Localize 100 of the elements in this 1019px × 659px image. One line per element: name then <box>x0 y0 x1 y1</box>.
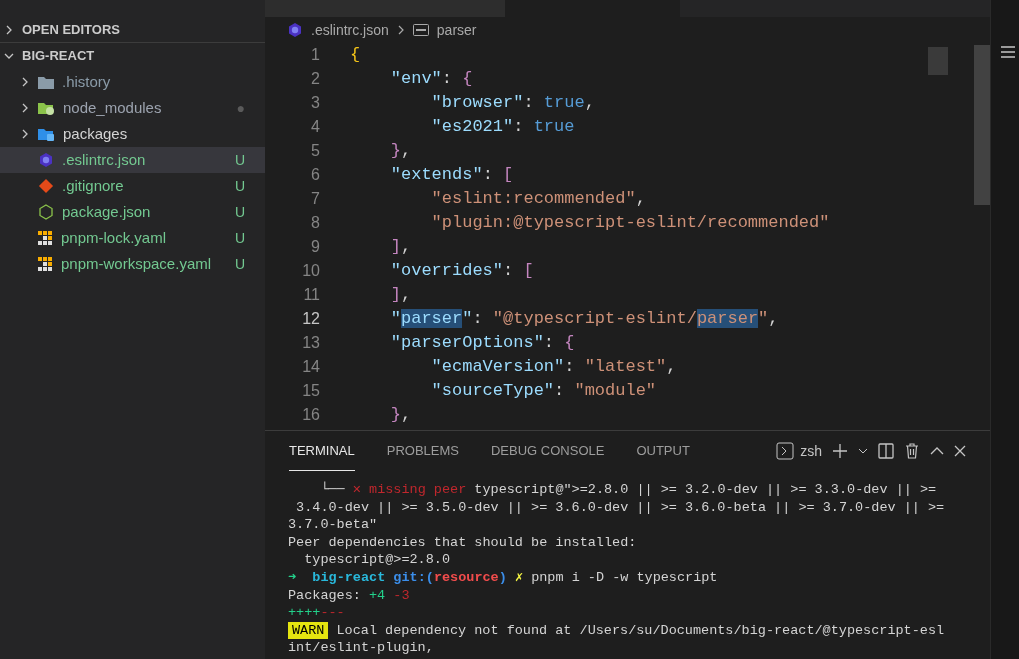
text-symbol-icon <box>412 24 429 36</box>
code-line: "extends": [ <box>389 164 514 187</box>
panel-tab[interactable]: TERMINAL <box>289 431 355 471</box>
line-number: 7 <box>310 189 320 209</box>
code-line: }, <box>389 404 412 427</box>
terminal-text: Local dependency not found at /Users/su/Documents/big-react/@typescript-esl <box>335 621 945 640</box>
git-status-label: U <box>234 176 245 196</box>
terminal-text: 3.7.0-beta" <box>288 516 378 534</box>
warn-badge: WARN <box>288 621 329 640</box>
file-name: pnpm-workspace.yaml <box>61 253 213 274</box>
file-tree-item[interactable]: package.json U <box>0 199 265 225</box>
file-tree-item[interactable]: packages <box>0 121 265 147</box>
file-tree-item[interactable]: pnpm-workspace.yaml U <box>0 251 265 277</box>
line-number: 12 <box>301 309 320 329</box>
line-number: 1 <box>310 45 320 65</box>
hexagon-icon <box>38 204 54 220</box>
grid-icon <box>38 256 53 272</box>
file-name: .gitignore <box>62 175 125 196</box>
code-line: "env": { <box>389 68 473 91</box>
folder-icon <box>38 127 55 141</box>
terminal-text: ✕ missing peer <box>352 481 467 499</box>
chevron-up-icon[interactable] <box>930 446 944 456</box>
line-number: 4 <box>310 117 320 137</box>
breadcrumb-item[interactable]: .eslintrc.json <box>311 19 389 41</box>
shell-name[interactable]: zsh <box>800 440 822 462</box>
terminal-text: 3.4.0-dev || >= 3.5.0-dev || >= 3.6.0-dev || >= 3.6.0-beta || >= 3.7.0-dev || >= <box>295 498 945 517</box>
code-line: "sourceType": "module" <box>430 380 657 403</box>
terminal-text: typescript@">=2.8.0 || >= 3.2.0-dev || >= 3.3.0-dev || >= <box>473 481 937 499</box>
section-title: BIG-REACT <box>22 47 95 66</box>
hexagon-icon <box>287 22 303 38</box>
line-number: 16 <box>301 405 320 425</box>
folder-icon <box>38 75 54 89</box>
panel-tab[interactable]: DEBUG CONSOLE <box>491 431 605 471</box>
file-tree-item[interactable]: .gitignore U <box>0 173 265 199</box>
terminal-text: Packages: <box>288 586 362 605</box>
file-tree-item[interactable]: node_modules ● <box>0 95 265 121</box>
terminal-text: -3 <box>392 586 410 605</box>
code-line: "parserOptions": { <box>389 332 575 355</box>
split-icon[interactable] <box>878 443 894 459</box>
line-number: 3 <box>310 93 320 113</box>
code-line: "plugin:@typescript-eslint/recommended" <box>430 212 830 235</box>
breadcrumb-item[interactable]: parser <box>436 19 477 41</box>
file-tree-item[interactable]: pnpm-lock.yaml U <box>0 225 265 251</box>
terminal-text: --- <box>320 604 345 622</box>
terminal-icon <box>776 442 795 460</box>
code-line: "es2021": true <box>430 116 575 139</box>
line-number: 5 <box>310 141 320 161</box>
file-tree-item[interactable]: .eslintrc.json U <box>0 147 265 173</box>
line-number: 6 <box>310 165 320 185</box>
section-header[interactable]: OPEN EDITORS <box>0 17 265 43</box>
terminal-text: ) <box>498 568 507 587</box>
file-name: pnpm-lock.yaml <box>61 227 168 248</box>
menu-icon[interactable] <box>1001 45 1015 59</box>
hexagon-icon <box>38 152 54 168</box>
close-icon[interactable] <box>954 445 966 457</box>
chevron-right-icon <box>20 103 30 113</box>
code-line: ], <box>389 236 412 259</box>
file-name: node_modules <box>63 97 163 118</box>
section-title: OPEN EDITORS <box>22 20 120 39</box>
panel-tab[interactable]: PROBLEMS <box>386 431 459 471</box>
line-number: 11 <box>302 285 320 305</box>
panel-tab[interactable]: OUTPUT <box>636 431 690 471</box>
chevron-right-icon <box>396 25 405 35</box>
git-status-label: U <box>234 150 245 170</box>
line-number: 2 <box>310 69 320 89</box>
git-status-label: U <box>234 202 245 222</box>
terminal-text: Peer dependencies that should be installed: <box>288 533 637 552</box>
terminal-text: int/eslint-plugin, <box>288 639 434 657</box>
trash-icon[interactable] <box>904 443 920 459</box>
file-name: package.json <box>62 201 152 222</box>
code-line: { <box>350 44 361 67</box>
chevron-right-icon <box>20 77 30 87</box>
terminal-text: ➜ <box>288 568 297 587</box>
line-number: 15 <box>301 381 320 401</box>
chevron-right-icon <box>20 129 30 139</box>
terminal-text: ++++ <box>288 604 321 622</box>
code-line: "ecmaVersion": "latest", <box>430 356 677 379</box>
folder-icon <box>38 101 55 115</box>
terminal-text: typescript@>=2.8.0 <box>303 551 451 569</box>
dot-icon: ● <box>236 97 245 119</box>
plus-icon[interactable] <box>832 443 848 459</box>
code-line: ], <box>389 284 412 307</box>
section-header[interactable]: BIG-REACT <box>0 43 265 69</box>
terminal-text: big-react <box>311 568 386 587</box>
code-line: "browser": true, <box>430 92 595 115</box>
code-line: }, <box>389 140 412 163</box>
chevron-down-icon[interactable] <box>858 447 868 455</box>
git-status-label: U <box>234 254 245 274</box>
line-number: 13 <box>301 333 320 353</box>
file-name: .eslintrc.json <box>62 149 147 170</box>
line-number: 9 <box>310 237 320 257</box>
terminal-text: git:( <box>392 568 434 587</box>
code-line: "eslint:recommended", <box>430 188 646 211</box>
terminal-text: +4 <box>369 586 386 605</box>
minimap <box>928 47 948 75</box>
line-number: 10 <box>301 261 320 281</box>
line-number: 8 <box>310 213 320 233</box>
git-status-label: U <box>234 228 245 248</box>
line-number: 14 <box>301 357 320 377</box>
file-tree-item[interactable]: .history <box>0 69 265 95</box>
